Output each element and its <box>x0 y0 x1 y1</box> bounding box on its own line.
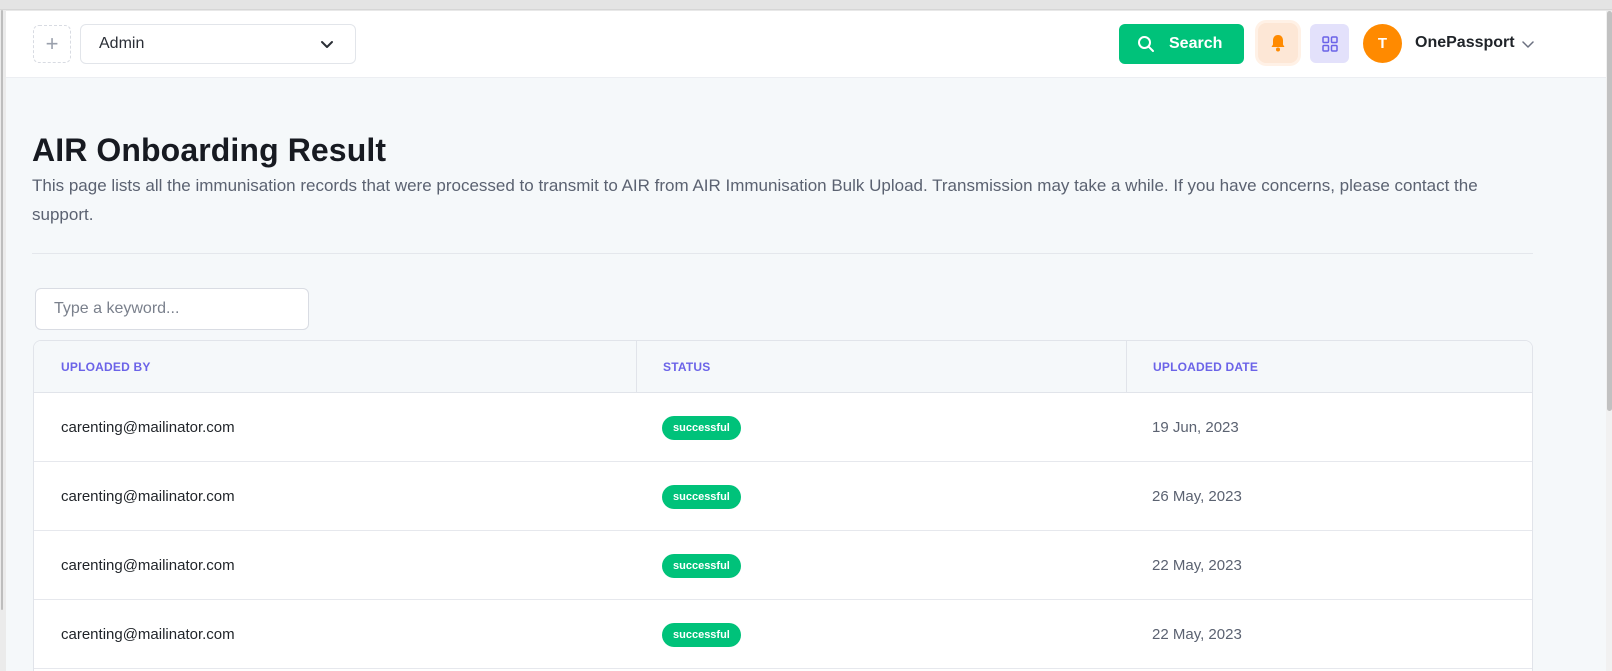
user-name[interactable]: OnePassport <box>1415 34 1515 52</box>
cell-uploaded-date: 26 May, 2023 <box>1152 488 1242 505</box>
search-button[interactable]: Search <box>1119 24 1244 64</box>
cell-uploaded-date: 22 May, 2023 <box>1152 557 1242 574</box>
table-row[interactable]: carenting@mailinator.com successful 19 J… <box>34 393 1532 462</box>
role-select[interactable]: Admin <box>80 24 356 64</box>
results-table: UPLOADED BY STATUS UPLOADED DATE carenti… <box>33 340 1533 671</box>
table-row[interactable]: carenting@mailinator.com successful 22 M… <box>34 600 1532 669</box>
cell-status: successful <box>662 531 741 600</box>
table-row[interactable]: carenting@mailinator.com successful 26 M… <box>34 462 1532 531</box>
status-badge: successful <box>662 553 741 578</box>
cell-uploaded-by: carenting@mailinator.com <box>61 626 235 643</box>
scrollbar-thumb[interactable] <box>1607 11 1612 411</box>
table-header: UPLOADED BY STATUS UPLOADED DATE <box>34 341 1532 393</box>
notifications-button[interactable] <box>1258 23 1298 63</box>
plus-icon: + <box>45 31 59 56</box>
divider <box>32 253 1533 254</box>
page-description: This page lists all the immunisation rec… <box>32 176 1478 224</box>
top-header: + Admin Search T OnePassport <box>6 11 1606 78</box>
status-badge: successful <box>662 484 741 509</box>
app-window: + Admin Search T OnePassport AIR Onboard… <box>6 11 1606 671</box>
add-button[interactable]: + <box>33 25 71 63</box>
cell-uploaded-by: carenting@mailinator.com <box>61 557 235 574</box>
cell-uploaded-date: 22 May, 2023 <box>1152 626 1242 643</box>
page-title: AIR Onboarding Result <box>32 132 387 168</box>
browser-top-strip <box>0 0 1612 10</box>
cell-status: successful <box>662 393 741 462</box>
cell-uploaded-by: carenting@mailinator.com <box>61 488 235 505</box>
avatar-initial: T <box>1377 35 1388 52</box>
search-icon <box>1138 36 1154 52</box>
keyword-search-input[interactable] <box>35 288 309 330</box>
chevron-down-icon[interactable] <box>1521 37 1535 51</box>
bell-icon <box>1271 35 1285 52</box>
apps-button[interactable] <box>1310 24 1349 63</box>
role-select-value: Admin <box>99 35 145 52</box>
status-badge: successful <box>662 622 741 647</box>
status-badge: successful <box>662 415 741 440</box>
vertical-scrollbar[interactable] <box>1606 11 1612 671</box>
user-avatar[interactable]: T <box>1363 24 1402 63</box>
cell-uploaded-date: 19 Jun, 2023 <box>1152 419 1239 436</box>
cell-uploaded-by: carenting@mailinator.com <box>61 419 235 436</box>
column-header-uploaded-date[interactable]: UPLOADED DATE <box>1126 341 1532 393</box>
column-header-uploaded-by[interactable]: UPLOADED BY <box>61 341 151 393</box>
grid-icon <box>1321 35 1338 52</box>
search-button-label: Search <box>1169 35 1223 52</box>
table-row[interactable]: carenting@mailinator.com successful 22 M… <box>34 531 1532 600</box>
chevron-down-icon <box>321 41 333 48</box>
cell-status: successful <box>662 600 741 669</box>
column-header-status[interactable]: STATUS <box>636 341 1126 393</box>
cell-status: successful <box>662 462 741 531</box>
